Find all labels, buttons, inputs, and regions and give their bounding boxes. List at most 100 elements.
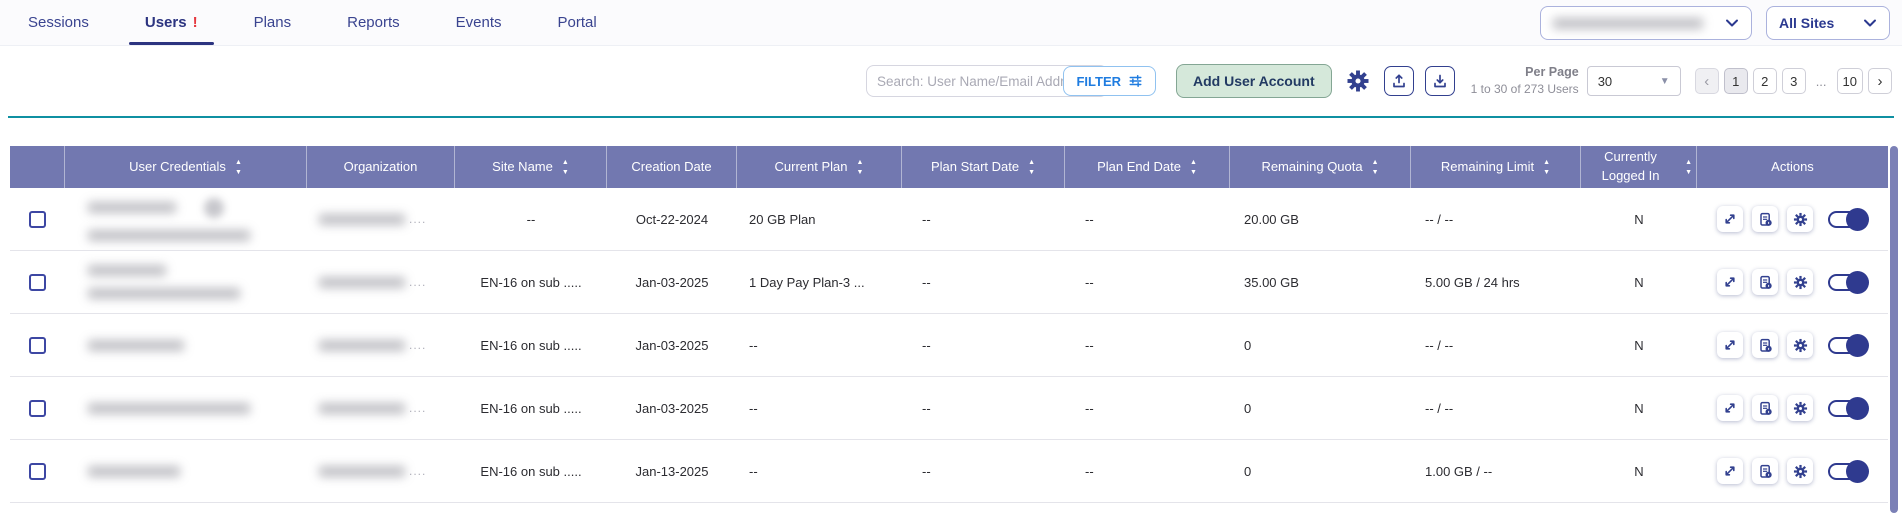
site-name-cell: EN-16 on sub .....	[455, 314, 607, 376]
sort-arrows[interactable]: ▲▼	[1190, 159, 1197, 176]
column-header-logged-in[interactable]: Currently Logged In ▲▼	[1581, 146, 1697, 188]
enable-user-toggle[interactable]	[1828, 463, 1868, 480]
creation-date-cell: Jan-03-2025	[607, 377, 737, 439]
page-button-1[interactable]: 1	[1724, 68, 1748, 94]
site-name-cell: EN-16 on sub .....	[455, 377, 607, 439]
current-plan-cell: 20 GB Plan	[737, 188, 902, 250]
tab-reports[interactable]: Reports	[343, 0, 404, 45]
row-checkbox[interactable]	[29, 400, 46, 417]
sort-arrows[interactable]: ▲▼	[1028, 159, 1035, 176]
sort-asc-icon: ▲	[235, 159, 242, 166]
expand-icon[interactable]	[1717, 458, 1743, 484]
page-button-2[interactable]: 2	[1753, 68, 1777, 94]
chevron-down-icon	[1725, 17, 1739, 29]
column-header-limit[interactable]: Remaining Limit ▲▼	[1411, 146, 1581, 188]
tab-label: Users	[145, 14, 187, 31]
plan-end-date-cell: --	[1065, 314, 1230, 376]
enable-user-toggle[interactable]	[1828, 400, 1868, 417]
row-settings-gear-icon[interactable]	[1787, 332, 1813, 358]
settings-gear-icon[interactable]	[1343, 66, 1373, 96]
column-header-plan-start[interactable]: Plan Start Date ▲▼	[902, 146, 1065, 188]
plan-details-icon[interactable]	[1752, 269, 1778, 295]
sort-arrows[interactable]: ▲▼	[235, 159, 242, 176]
tab-events[interactable]: Events	[452, 0, 506, 45]
user-email-line	[88, 466, 307, 477]
sort-asc-icon: ▲	[1190, 159, 1197, 166]
per-page-select[interactable]: 30 ▼	[1587, 66, 1681, 96]
column-header-label: Plan Start Date	[931, 158, 1019, 177]
column-header-plan[interactable]: Current Plan ▲▼	[737, 146, 902, 188]
currently-logged-in-cell: N	[1581, 314, 1697, 376]
site-selector[interactable]: All Sites	[1766, 6, 1890, 40]
table-row: .... EN-16 on sub ..... Jan-13-2025 -- -…	[10, 440, 1888, 503]
sort-arrows[interactable]: ▲▼	[1685, 159, 1692, 176]
row-settings-gear-icon[interactable]	[1787, 269, 1813, 295]
column-header-created: Creation Date	[607, 146, 737, 188]
row-select-cell	[10, 251, 65, 313]
sort-arrows[interactable]: ▲▼	[562, 159, 569, 176]
sort-desc-icon: ▼	[1372, 169, 1379, 176]
sort-arrows[interactable]: ▲▼	[1543, 159, 1550, 176]
site-name-cell: EN-16 on sub .....	[455, 251, 607, 313]
actions-cell	[1697, 188, 1888, 250]
organization-cell: ....	[307, 251, 455, 313]
row-checkbox[interactable]	[29, 274, 46, 291]
expand-icon[interactable]	[1717, 206, 1743, 232]
table-header-row: User Credentials ▲▼ Organization Site Na…	[10, 146, 1888, 188]
redacted-user-name	[88, 265, 166, 276]
tab-portal[interactable]: Portal	[554, 0, 601, 45]
sort-asc-icon: ▲	[857, 159, 864, 166]
expand-icon[interactable]	[1717, 332, 1743, 358]
row-settings-gear-icon[interactable]	[1787, 395, 1813, 421]
plan-details-icon[interactable]	[1752, 206, 1778, 232]
remaining-limit-cell: -- / --	[1411, 377, 1581, 439]
user-credentials-cell	[65, 440, 307, 502]
column-header-plan-end[interactable]: Plan End Date ▲▼	[1065, 146, 1230, 188]
plan-details-icon[interactable]	[1752, 332, 1778, 358]
column-header-credentials[interactable]: User Credentials ▲▼	[65, 146, 307, 188]
currently-logged-in-cell: N	[1581, 440, 1697, 502]
current-plan-cell: --	[737, 440, 902, 502]
site-name-cell: --	[455, 188, 607, 250]
redacted-organization	[319, 340, 405, 351]
sort-arrows[interactable]: ▲▼	[857, 159, 864, 176]
row-checkbox[interactable]	[29, 211, 46, 228]
filter-button[interactable]: FILTER	[1063, 66, 1156, 96]
add-user-account-button[interactable]: Add User Account	[1176, 64, 1332, 98]
column-header-label: Creation Date	[631, 158, 711, 177]
sort-asc-icon: ▲	[1028, 159, 1035, 166]
enable-user-toggle[interactable]	[1828, 274, 1868, 291]
enable-user-toggle[interactable]	[1828, 211, 1868, 228]
column-header-site[interactable]: Site Name ▲▼	[455, 146, 607, 188]
filter-button-label: FILTER	[1076, 74, 1121, 89]
user-email-line	[88, 288, 307, 299]
scrollbar-thumb[interactable]	[1890, 146, 1898, 513]
organization-cell: ....	[307, 377, 455, 439]
row-settings-gear-icon[interactable]	[1787, 458, 1813, 484]
page-button-3[interactable]: 3	[1782, 68, 1806, 94]
expand-icon[interactable]	[1717, 395, 1743, 421]
download-icon[interactable]	[1425, 66, 1455, 96]
plan-details-icon[interactable]	[1752, 458, 1778, 484]
tab-plans[interactable]: Plans	[250, 0, 296, 45]
row-checkbox[interactable]	[29, 337, 46, 354]
page-button-10[interactable]: 10	[1837, 68, 1863, 94]
column-header-quota[interactable]: Remaining Quota ▲▼	[1230, 146, 1411, 188]
plan-details-icon[interactable]	[1752, 395, 1778, 421]
search-input[interactable]	[877, 74, 1081, 89]
next-page-button[interactable]: ›	[1868, 68, 1892, 94]
upload-icon[interactable]	[1384, 66, 1414, 96]
expand-icon[interactable]	[1717, 269, 1743, 295]
row-checkbox[interactable]	[29, 463, 46, 480]
sort-arrows[interactable]: ▲▼	[1372, 159, 1379, 176]
enable-user-toggle[interactable]	[1828, 337, 1868, 354]
tab-users[interactable]: Users !	[141, 0, 202, 45]
creation-date-cell: Jan-03-2025	[607, 251, 737, 313]
organization-selector[interactable]	[1540, 6, 1752, 40]
previous-page-button[interactable]: ‹	[1695, 68, 1719, 94]
users-table: User Credentials ▲▼ Organization Site Na…	[10, 146, 1888, 503]
toggle-knob	[1846, 271, 1869, 294]
row-settings-gear-icon[interactable]	[1787, 206, 1813, 232]
tab-sessions[interactable]: Sessions	[24, 0, 93, 45]
column-header-label: Plan End Date	[1097, 158, 1181, 177]
